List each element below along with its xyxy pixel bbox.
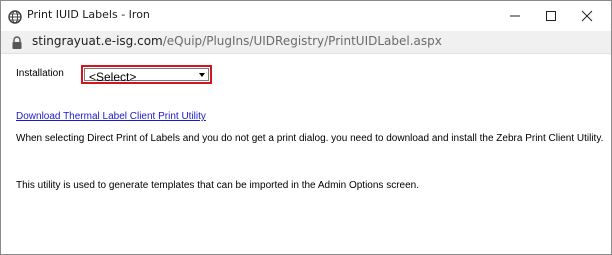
globe-icon bbox=[8, 9, 22, 24]
maximize-icon bbox=[546, 11, 556, 21]
address-bar[interactable]: stingrayuat.e-isg.com/eQuip/PlugIns/UIDR… bbox=[1, 31, 611, 54]
utility-note: This utility is used to generate templat… bbox=[16, 180, 419, 191]
direct-print-note: When selecting Direct Print of Labels an… bbox=[16, 133, 604, 144]
download-print-utility-link[interactable]: Download Thermal Label Client Print Util… bbox=[16, 111, 206, 122]
installation-select[interactable]: <Select> bbox=[84, 68, 209, 84]
window-title: Print IUID Labels - Iron bbox=[27, 8, 150, 21]
browser-popup-window: Print IUID Labels - Iron stingrayuat.e-i… bbox=[0, 0, 612, 255]
close-button[interactable] bbox=[567, 1, 607, 31]
url-domain: stingrayuat.e-isg.com bbox=[32, 34, 163, 48]
installation-select-value: <Select> bbox=[89, 70, 137, 84]
installation-label: Installation bbox=[16, 68, 64, 79]
url-path: /eQuip/PlugIns/UIDRegistry/PrintUIDLabel… bbox=[162, 34, 442, 48]
page-url: stingrayuat.e-isg.com/eQuip/PlugIns/UIDR… bbox=[32, 34, 442, 48]
maximize-button[interactable] bbox=[531, 1, 571, 31]
page-content: Installation <Select> Download Thermal L… bbox=[1, 54, 611, 254]
minimize-icon bbox=[510, 15, 520, 17]
dropdown-arrow-icon bbox=[199, 73, 205, 77]
title-bar: Print IUID Labels - Iron bbox=[1, 1, 611, 31]
installation-select-highlight: <Select> bbox=[81, 65, 212, 84]
close-icon bbox=[581, 10, 593, 22]
lock-icon bbox=[11, 35, 23, 49]
minimize-button[interactable] bbox=[495, 1, 535, 31]
